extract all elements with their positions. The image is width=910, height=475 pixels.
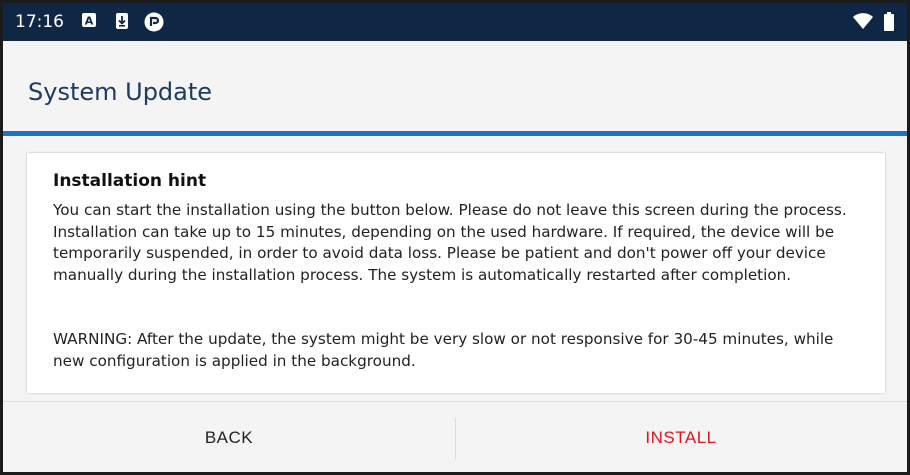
- status-time: 17:16: [15, 12, 64, 32]
- battery-icon: [883, 12, 895, 31]
- back-button[interactable]: BACK: [3, 402, 455, 472]
- page-title: System Update: [28, 78, 213, 106]
- app-bar: System Update: [3, 41, 907, 136]
- download-icon: [114, 12, 132, 30]
- screen: 17:16 A System Update Installation hint …: [3, 3, 907, 472]
- font-a-icon: A: [81, 12, 99, 30]
- svg-text:A: A: [85, 15, 94, 28]
- content-area[interactable]: Installation hint You can start the inst…: [3, 141, 907, 403]
- hint-body-text: You can start the installation using the…: [53, 201, 847, 284]
- wifi-icon: [852, 12, 874, 30]
- action-bar: BACK INSTALL: [3, 401, 907, 472]
- pocket-icon: [144, 12, 164, 32]
- installation-hint-card: Installation hint You can start the inst…: [27, 153, 885, 393]
- install-button[interactable]: INSTALL: [455, 402, 907, 472]
- hint-title: Installation hint: [53, 171, 207, 191]
- status-bar: 17:16 A: [3, 3, 907, 41]
- hint-warning-text: WARNING: After the update, the system mi…: [53, 330, 834, 370]
